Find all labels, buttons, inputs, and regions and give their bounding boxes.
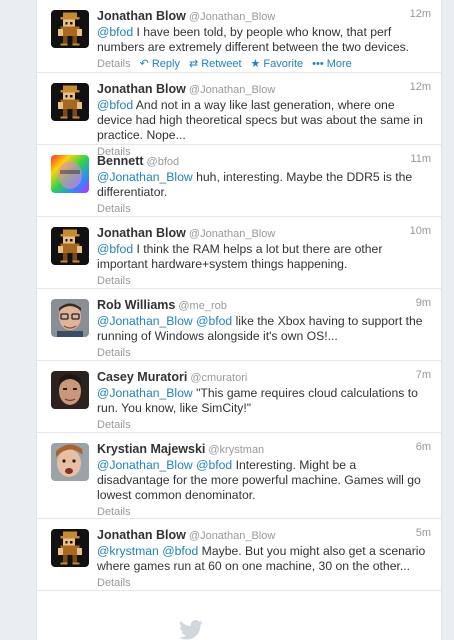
author-name[interactable]: Bennett	[97, 154, 144, 168]
details-link[interactable]: Details	[97, 506, 131, 518]
retweet-button[interactable]: ⇄ Retweet	[189, 58, 242, 70]
favorite-button-label: Favorite	[263, 58, 304, 70]
tweet-actions: Details	[97, 274, 431, 288]
avatar[interactable]	[51, 227, 89, 265]
tweet[interactable]: Casey Muratori @cmuratori 7m @Jonathan_Blow…	[37, 361, 441, 433]
timestamp[interactable]: 11m	[410, 153, 431, 165]
tweet-text-segment: And not in a way like last generation, w…	[97, 98, 423, 142]
tweet-actions: Details	[97, 505, 431, 519]
author-handle[interactable]: @bfod	[147, 156, 180, 168]
timestamp[interactable]: 12m	[410, 8, 431, 20]
author-name[interactable]: Jonathan Blow	[97, 82, 186, 96]
tweet-header: Jonathan Blow @Jonathan_Blow	[97, 81, 431, 97]
tweet-actions: Details	[97, 202, 431, 216]
tweet-actions: Details	[97, 576, 431, 590]
details-link[interactable]: Details	[97, 577, 131, 589]
timestamp[interactable]: 6m	[416, 441, 431, 453]
mention-link[interactable]: @Jonathan_Blow	[97, 458, 193, 472]
tweet-text: @bfod And not in a way like last generat…	[97, 98, 431, 143]
tweet-actions: Details	[97, 346, 431, 360]
tweet[interactable]: Krystian Majewski @krystman 6m @Jonathan_Bl…	[37, 433, 441, 519]
tweet[interactable]: Jonathan Blow @Jonathan_Blow 12m @bfod I ha…	[37, 0, 441, 73]
tweet-header: Jonathan Blow @Jonathan_Blow	[97, 225, 431, 241]
mention-link[interactable]: @Jonathan_Blow	[97, 386, 193, 400]
tweet[interactable]: Jonathan Blow @Jonathan_Blow 5m @krystman @…	[37, 519, 441, 591]
details-link[interactable]: Details	[97, 275, 131, 287]
tweet[interactable]: Jonathan Blow @Jonathan_Blow 12m @bfod And …	[37, 73, 441, 158]
avatar[interactable]	[51, 529, 89, 567]
more-button-label: More	[326, 58, 352, 70]
avatar[interactable]	[51, 155, 89, 193]
tweet-header: Krystian Majewski @krystman	[97, 441, 431, 457]
tweet-text: @krystman @bfod Maybe. But you might als…	[97, 544, 431, 574]
author-name[interactable]: Jonathan Blow	[97, 9, 186, 23]
author-handle[interactable]: @Jonathan_Blow	[189, 228, 275, 240]
tweet-text: @Jonathan_Blow @bfod Interesting. Might …	[97, 458, 431, 503]
author-name[interactable]: Jonathan Blow	[97, 528, 186, 542]
tweet-header: Jonathan Blow @Jonathan_Blow	[97, 8, 431, 24]
author-name[interactable]: Krystian Majewski	[97, 442, 205, 456]
mention-link[interactable]: @bfod	[97, 98, 133, 112]
details-link[interactable]: Details	[97, 419, 131, 431]
avatar[interactable]	[51, 83, 89, 121]
tweet[interactable]: Bennett @bfod 11m @Jonathan_Blow huh, inter…	[37, 145, 441, 217]
author-handle[interactable]: @Jonathan_Blow	[189, 530, 275, 542]
details-link[interactable]: Details	[97, 203, 131, 215]
twitter-bird-icon	[179, 620, 203, 640]
timestamp[interactable]: 10m	[410, 225, 431, 237]
mention-link[interactable]: @bfod	[97, 25, 133, 39]
tweet-timeline: Jonathan Blow @Jonathan_Blow 12m @bfod I ha…	[36, 0, 442, 640]
author-handle[interactable]: @krystman	[208, 444, 264, 456]
avatar[interactable]	[51, 299, 89, 337]
author-handle[interactable]: @me_rob	[178, 300, 226, 312]
author-handle[interactable]: @Jonathan_Blow	[189, 84, 275, 96]
retweet-button-label: Retweet	[201, 58, 242, 70]
tweet-text: @Jonathan_Blow @bfod like the Xbox havin…	[97, 314, 431, 344]
tweet-text-segment: I think the RAM helps a lot but there ar…	[97, 242, 383, 271]
mention-link[interactable]: @Jonathan_Blow	[97, 314, 193, 328]
reply-button-label: Reply	[151, 58, 180, 70]
tweet-header: Rob Williams @me_rob	[97, 297, 431, 313]
tweet-header: Casey Muratori @cmuratori	[97, 369, 431, 385]
reply-button[interactable]: ↶ Reply	[140, 58, 180, 70]
tweet-actions: Details	[97, 418, 431, 432]
mention-link[interactable]: @krystman	[97, 544, 159, 558]
favorite-button[interactable]: ★ Favorite	[251, 58, 304, 70]
timestamp[interactable]: 5m	[416, 527, 431, 539]
mention-link[interactable]: @bfod	[97, 242, 133, 256]
avatar[interactable]	[51, 10, 89, 48]
retweet-icon: ⇄	[188, 58, 199, 70]
star-icon: ★	[250, 58, 261, 70]
author-name[interactable]: Jonathan Blow	[97, 226, 186, 240]
tweet-text: @Jonathan_Blow huh, interesting. Maybe t…	[97, 170, 431, 200]
tweet-header: Jonathan Blow @Jonathan_Blow	[97, 527, 431, 543]
details-link[interactable]: Details	[97, 58, 131, 70]
avatar[interactable]	[51, 443, 89, 481]
author-name[interactable]: Rob Williams	[97, 298, 175, 312]
tweet-header: Bennett @bfod	[97, 153, 431, 169]
reply-icon: ↶	[139, 58, 149, 70]
author-handle[interactable]: @cmuratori	[190, 372, 247, 384]
more-icon: •••	[312, 58, 324, 70]
tweet-text-segment: I have been told, by people who know, th…	[97, 25, 410, 54]
tweet-text: @bfod I have been told, by people who kn…	[97, 25, 431, 55]
mention-link[interactable]: @Jonathan_Blow	[97, 170, 193, 184]
details-link[interactable]: Details	[97, 347, 131, 359]
author-handle[interactable]: @Jonathan_Blow	[189, 11, 275, 23]
tweet-actions: Details ↶ Reply ⇄ Retweet ★ Favorite ••• More	[97, 57, 431, 71]
mention-link[interactable]: @bfod	[196, 314, 232, 328]
timestamp[interactable]: 9m	[416, 297, 431, 309]
mention-link[interactable]: @bfod	[196, 458, 232, 472]
author-name[interactable]: Casey Muratori	[97, 370, 187, 384]
avatar[interactable]	[51, 371, 89, 409]
tweet[interactable]: Rob Williams @me_rob 9m @Jonathan_Blow @bfo…	[37, 289, 441, 361]
timestamp[interactable]: 12m	[410, 81, 431, 93]
more-button[interactable]: ••• More	[312, 58, 352, 70]
timestamp[interactable]: 7m	[416, 369, 431, 381]
mention-link[interactable]: @bfod	[162, 544, 198, 558]
tweet-text: @bfod I think the RAM helps a lot but th…	[97, 242, 431, 272]
tweet-text: @Jonathan_Blow "This game requires cloud…	[97, 386, 431, 416]
tweet[interactable]: Jonathan Blow @Jonathan_Blow 10m @bfod I th…	[37, 217, 441, 289]
